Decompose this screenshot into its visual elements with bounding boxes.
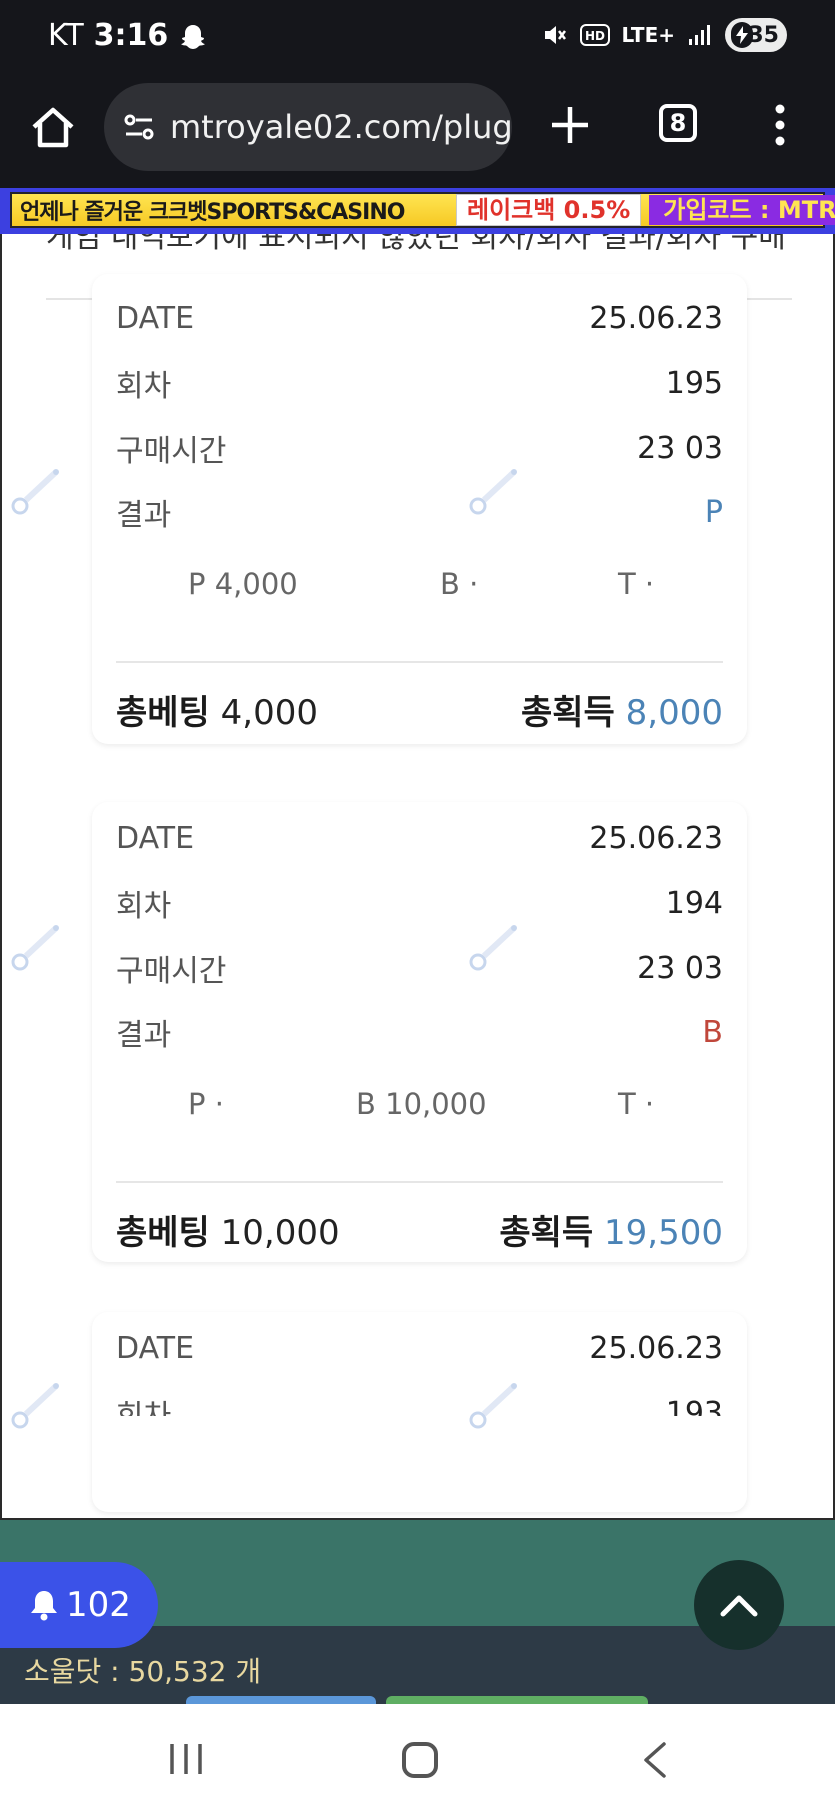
notification-count: 102 [66, 1585, 131, 1625]
total-bet-label: 총베팅 [116, 692, 210, 733]
divider [116, 1181, 723, 1183]
battery-indicator: 35 [725, 18, 787, 52]
result-label: 결과 [116, 1018, 172, 1053]
total-bet-value: 10,000 [220, 1212, 340, 1253]
ad-banner[interactable]: 언제나 즐거운 크크벳SPORTS&CASINO 레이크백 0.5% 가입코드 … [0, 188, 835, 234]
home-icon[interactable] [28, 103, 78, 153]
total-win: 총획득 8,000 [521, 685, 723, 734]
bet-card: DATE 25.06.23 회차 194 구매시간 23 03 결과 B P · B 1… [92, 802, 747, 1262]
notification-button[interactable]: 102 [0, 1562, 158, 1648]
round-value: 195 [665, 365, 723, 401]
tab-switcher-button[interactable]: 8 [659, 104, 697, 142]
watermark-icon [469, 1383, 517, 1429]
address-bar[interactable]: mtroyale02.com/plug [104, 83, 512, 171]
total-bet: 총베팅 10,000 [116, 1205, 340, 1254]
watermark-icon [469, 925, 517, 971]
banner-signup-code: 가입코드 : MTR [649, 195, 835, 225]
bell-icon [31, 1591, 57, 1621]
bet-history-list: 게임 내역보기에 표시되지 않았던 회차/회차 결과/회차 구매 DATE 25.… [0, 234, 835, 1518]
total-win: 총획득 19,500 [499, 1205, 723, 1254]
scroll-top-button[interactable] [694, 1560, 784, 1650]
recent-apps-icon[interactable] [168, 1742, 204, 1776]
home-nav-icon[interactable] [402, 1742, 438, 1778]
result-value: B [702, 1014, 723, 1050]
round-value: 194 [665, 885, 723, 921]
buy-time-label: 구매시간 [116, 434, 227, 469]
buy-time-label: 구매시간 [116, 954, 227, 989]
mute-icon [542, 22, 568, 48]
total-bet-value: 4,000 [220, 692, 318, 733]
total-win-value: 8,000 [625, 692, 723, 733]
total-win-label: 총획득 [521, 692, 615, 733]
new-tab-icon[interactable] [548, 103, 592, 147]
total-bet: 총베팅 4,000 [116, 685, 318, 734]
watermark-icon [11, 925, 59, 971]
sol-count: 소울닷 : 50,532 개 [24, 1655, 262, 1688]
bet-player: P · [188, 1087, 224, 1121]
total-win-value: 19,500 [604, 1212, 723, 1253]
watermark-icon [469, 469, 517, 515]
bet-tie: T · [618, 567, 655, 601]
date-value: 25.06.23 [589, 820, 723, 856]
signal-icon [687, 23, 713, 47]
bet-tie: T · [618, 1087, 655, 1121]
carrier-label: KT [48, 18, 84, 53]
bet-card: DATE 25.06.23 회차 193 [92, 1312, 747, 1512]
site-settings-icon[interactable] [122, 110, 156, 144]
bet-banker: B 10,000 [356, 1087, 487, 1121]
svg-text:HD: HD [584, 29, 604, 43]
result-label: 결과 [116, 498, 172, 533]
watermark-icon [11, 1383, 59, 1429]
divider [116, 661, 723, 663]
date-value: 25.06.23 [589, 1330, 723, 1366]
total-win-label: 총획득 [499, 1212, 594, 1253]
round-label: 회차 [116, 1391, 171, 1416]
buy-time-value: 23 03 [637, 430, 723, 466]
round-label: 회차 [116, 889, 172, 924]
round-label: 회차 [116, 369, 172, 404]
browser-toolbar: mtroyale02.com/plug 8 [0, 78, 835, 188]
watermark-icon [11, 469, 59, 515]
banner-main-text: 언제나 즐거운 크크벳SPORTS&CASINO [20, 200, 405, 225]
banner-rakeback: 레이크백 0.5% [456, 194, 642, 226]
result-value: P [704, 494, 723, 530]
more-menu-icon[interactable] [770, 102, 790, 148]
date-label: DATE [116, 1330, 195, 1366]
status-bar: KT 3:16 HD LTE+ 35 [0, 0, 835, 78]
date-label: DATE [116, 820, 195, 856]
system-nav-bar [0, 1704, 835, 1809]
date-label: DATE [116, 300, 195, 336]
bet-card: DATE 25.06.23 회차 195 구매시간 23 03 결과 P P 4,000… [92, 274, 747, 744]
bet-banker: B · [440, 567, 479, 601]
charging-icon [731, 22, 753, 48]
intro-text: 게임 내역보기에 표시되지 않았던 회차/회차 결과/회차 구매 [46, 234, 786, 255]
snapchat-icon [178, 22, 208, 50]
buy-time-value: 23 03 [637, 950, 723, 986]
total-bet-label: 총베팅 [116, 1212, 210, 1253]
lte-icon: LTE+ [621, 23, 676, 47]
round-value: 193 [665, 1395, 723, 1417]
url-text[interactable]: mtroyale02.com/plug [170, 108, 512, 146]
chevron-up-icon [720, 1595, 758, 1617]
date-value: 25.06.23 [589, 300, 723, 336]
bet-player: P 4,000 [188, 567, 298, 601]
hd-voice-icon: HD [579, 23, 610, 47]
back-icon[interactable] [640, 1740, 670, 1780]
clock: 3:16 [93, 18, 169, 53]
